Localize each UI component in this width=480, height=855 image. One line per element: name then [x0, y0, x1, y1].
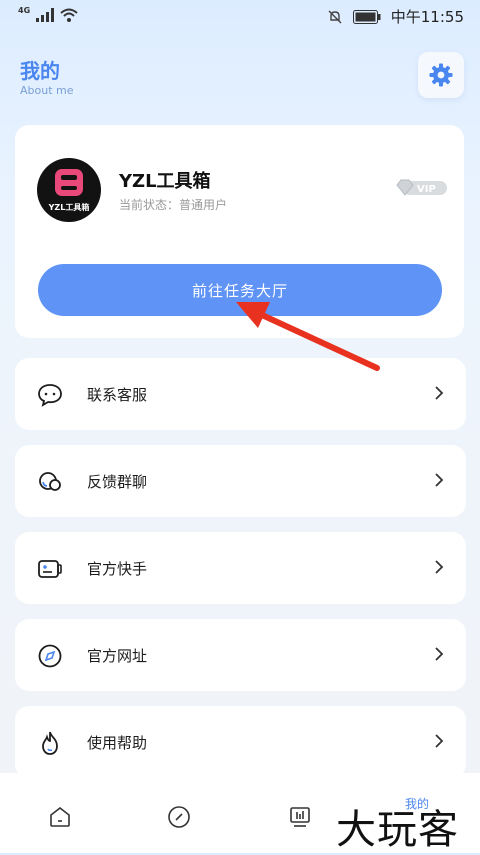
menu-label: 官方网址 [87, 646, 148, 665]
page-title: 我的 [20, 59, 60, 83]
chevron-right-icon [435, 560, 444, 574]
watermark: 大玩客 [336, 807, 459, 853]
chat-bubble-icon [38, 384, 62, 407]
status-bar: 4G 中午11:55 [0, 0, 480, 34]
nav-home[interactable] [40, 797, 80, 837]
signal-icon [36, 8, 55, 22]
menu-item-help[interactable]: 使用帮助 [15, 706, 466, 778]
task-hall-button[interactable]: 前往任务大厅 [38, 264, 442, 316]
menu-label: 联系客服 [87, 385, 148, 404]
user-status: 当前状态：普通用户 [119, 198, 228, 212]
mute-bell-icon [328, 10, 342, 23]
clock: 中午11:55 [390, 8, 464, 26]
username: YZL工具箱 [119, 171, 211, 192]
settings-button[interactable] [418, 52, 464, 98]
battery-icon [352, 9, 381, 24]
menu-label: 反馈群聊 [87, 472, 148, 491]
menu-label: 官方快手 [87, 559, 148, 578]
compass-icon [168, 806, 190, 828]
chevron-right-icon [435, 734, 444, 748]
chevron-right-icon [435, 647, 444, 661]
wifi-icon [60, 8, 78, 22]
avatar[interactable]: YZL工具箱 [37, 158, 101, 222]
menu-label: 使用帮助 [87, 733, 148, 752]
compass-icon [38, 644, 62, 668]
svg-text:VIP: VIP [417, 184, 436, 195]
fire-icon [42, 731, 58, 755]
chart-board-icon [290, 807, 310, 827]
gear-icon [429, 63, 453, 87]
menu-item-official-kuaishou[interactable]: 官方快手 [15, 532, 466, 604]
nav-discover[interactable] [159, 797, 199, 837]
group-chat-icon [39, 472, 61, 491]
chevron-right-icon [435, 473, 444, 487]
home-icon [50, 806, 70, 827]
avatar-label: YZL工具箱 [48, 203, 90, 212]
network-type: 4G [18, 5, 31, 15]
page-subtitle: About me [20, 84, 74, 97]
menu-item-official-website[interactable]: 官方网址 [15, 619, 466, 691]
vip-diamond-icon: VIP [396, 179, 447, 196]
bottom-nav: 我的 大玩客 [0, 773, 480, 853]
nav-stats[interactable] [280, 797, 320, 837]
video-camera-icon [38, 560, 62, 578]
menu-item-contact-support[interactable]: 联系客服 [15, 358, 466, 430]
chevron-right-icon [435, 386, 444, 400]
profile-card: YZL工具箱 YZL工具箱 当前状态：普通用户 VIP 前往任务大厅 [15, 125, 464, 338]
vip-badge: VIP [395, 178, 449, 202]
menu-item-feedback-group[interactable]: 反馈群聊 [15, 445, 466, 517]
